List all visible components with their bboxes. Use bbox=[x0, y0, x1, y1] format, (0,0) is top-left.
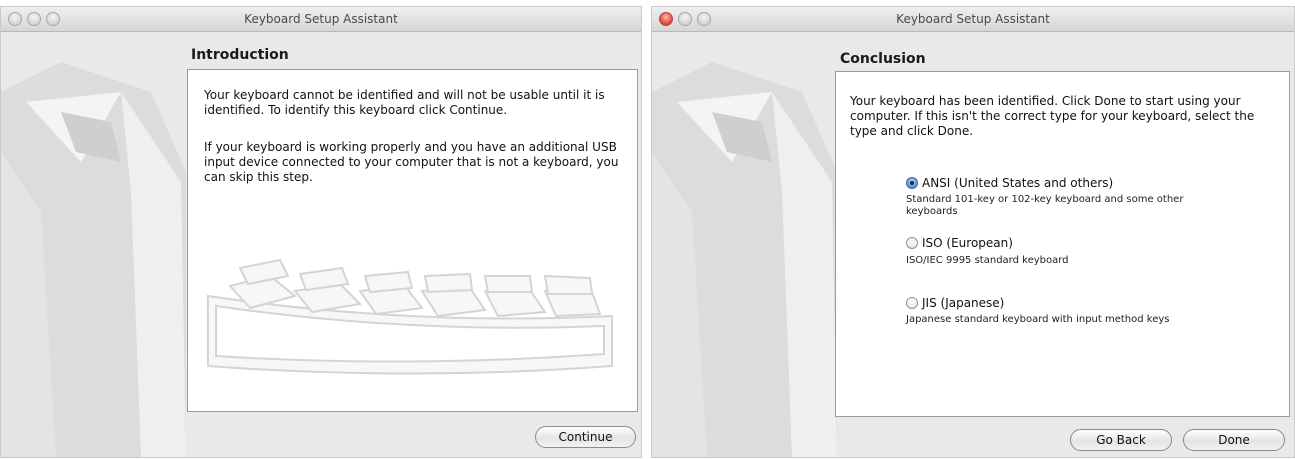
option-label[interactable]: ANSI (United States and others) bbox=[922, 176, 1113, 190]
done-button[interactable]: Done bbox=[1183, 429, 1285, 451]
option-description: ISO/IEC 9995 standard keyboard bbox=[906, 255, 1069, 266]
page-heading: Conclusion bbox=[840, 51, 926, 67]
option-label[interactable]: JIS (Japanese) bbox=[922, 296, 1004, 310]
continue-button[interactable]: Continue bbox=[535, 426, 636, 448]
option-description: Japanese standard keyboard with input me… bbox=[906, 314, 1170, 325]
radio-selected-icon[interactable] bbox=[906, 177, 918, 189]
conclusion-paragraph: Your keyboard has been identified. Click… bbox=[850, 94, 1255, 138]
radio-unselected-icon[interactable] bbox=[906, 297, 918, 309]
keyboard-setup-window-conclusion: Keyboard Setup Assistant Conclusion Your… bbox=[651, 6, 1295, 458]
title-bar[interactable]: Keyboard Setup Assistant bbox=[652, 7, 1294, 32]
content-panel: Your keyboard has been identified. Click… bbox=[835, 71, 1290, 417]
page-heading: Introduction bbox=[191, 47, 289, 63]
radio-option-jis[interactable]: JIS (Japanese) bbox=[906, 296, 1004, 310]
go-back-button[interactable]: Go Back bbox=[1070, 429, 1172, 451]
radio-option-iso[interactable]: ISO (European) bbox=[906, 236, 1013, 250]
option-label[interactable]: ISO (European) bbox=[922, 236, 1013, 250]
intro-paragraph-1: Your keyboard cannot be identified and w… bbox=[204, 88, 605, 117]
keyboard-illustration bbox=[207, 258, 613, 375]
radio-option-ansi[interactable]: ANSI (United States and others) bbox=[906, 176, 1113, 190]
radio-unselected-icon[interactable] bbox=[906, 237, 918, 249]
window-title: Keyboard Setup Assistant bbox=[896, 12, 1050, 26]
title-bar[interactable]: Keyboard Setup Assistant bbox=[1, 7, 641, 32]
content-panel: Your keyboard cannot be identified and w… bbox=[187, 69, 638, 412]
intro-paragraph-2: If your keyboard is working properly and… bbox=[204, 140, 619, 184]
keyboard-setup-window-introduction: Keyboard Setup Assistant Introduction Yo… bbox=[0, 6, 642, 458]
window-title: Keyboard Setup Assistant bbox=[244, 12, 398, 26]
option-description: Standard 101-key or 102-key keyboard and… bbox=[906, 194, 1184, 217]
